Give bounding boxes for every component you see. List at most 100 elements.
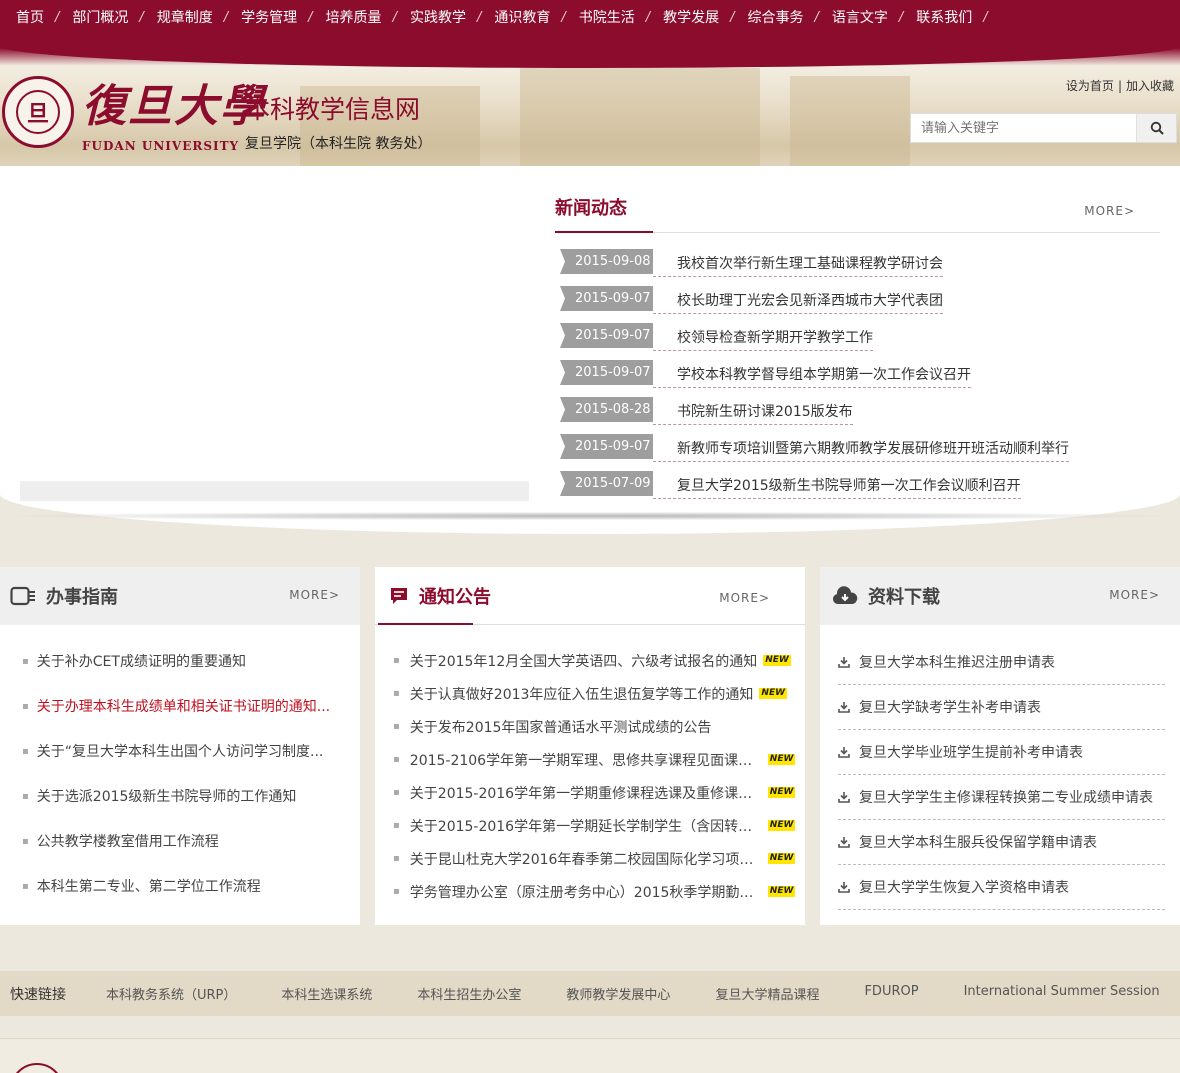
quick-link[interactable]: International Summer Session — [964, 984, 1160, 1003]
guide-link[interactable]: 关于选派2015级新生书院导师的工作通知 — [37, 780, 297, 814]
nav-item[interactable]: 规章制度 — [157, 7, 213, 27]
quick-link[interactable]: FDUROP — [864, 984, 918, 1003]
nav-item[interactable]: 通识教育 — [494, 7, 550, 27]
notice-link[interactable]: 2015-2106学年第一学期军理、思修共享课程见面课时间安排 — [410, 750, 762, 770]
news-item[interactable]: 2015-09-07 学校本科教学督导组本学期第一次工作会议召开 — [555, 354, 1160, 391]
nav-item[interactable]: 首页 — [16, 7, 44, 27]
notice-header: 通知公告 MORE> — [375, 567, 805, 625]
download-more-link[interactable]: MORE> — [1109, 588, 1160, 602]
search-box — [910, 113, 1177, 143]
notice-link[interactable]: 关于2015-2016学年第一学期重修课程选课及重修课程考试安排 — [410, 783, 762, 803]
download-link[interactable]: 复旦大学缺考学生补考申请表 — [859, 697, 1041, 717]
download-title: 资料下载 — [868, 587, 940, 608]
news-item[interactable]: 2015-08-28 书院新生研讨课2015版发布 — [555, 391, 1160, 428]
notice-item[interactable]: ▪ 关于发布2015年国家普通话水平测试成绩的公告 — [393, 710, 805, 743]
bullet-icon: ▪ — [22, 746, 29, 757]
news-link[interactable]: 校长助理丁光宏会见新泽西城市大学代表团 — [653, 288, 943, 314]
nav-item[interactable]: 教学发展 — [663, 7, 719, 27]
download-item[interactable]: 复旦大学毕业班学生提前补考申请表 — [838, 730, 1165, 775]
guide-item[interactable]: ▪ 关于“复旦大学本科生出国个人访问学习制度... — [22, 735, 360, 780]
nav-item[interactable]: 实践教学 — [410, 7, 466, 27]
download-link[interactable]: 复旦大学毕业班学生提前补考申请表 — [859, 742, 1083, 762]
download-item[interactable]: 复旦大学缺考学生补考申请表 — [838, 685, 1165, 730]
quick-link[interactable]: 本科生选课系统 — [281, 984, 372, 1003]
guide-link[interactable]: 关于办理本科生成绩单和相关证书证明的通知... — [37, 690, 330, 724]
nav-separator: / — [561, 9, 566, 25]
download-link[interactable]: 复旦大学学生主修课程转换第二专业成绩申请表 — [859, 787, 1153, 807]
notice-item[interactable]: ▪ 关于2015年12月全国大学英语四、六级考试报名的通知 NEW — [393, 644, 805, 677]
bullet-icon: ▪ — [393, 721, 400, 732]
quick-link[interactable]: 本科生招生办公室 — [417, 984, 521, 1003]
download-link[interactable]: 复旦大学本科生服兵役保留学籍申请表 — [859, 832, 1097, 852]
notice-item[interactable]: ▪ 关于认真做好2013年应征入伍生退伍复学等工作的通知 NEW — [393, 677, 805, 710]
image-slider-bar[interactable] — [20, 481, 529, 501]
notice-link[interactable]: 关于昆山杜克大学2016年春季第二校园国际化学习项目的通知 — [410, 849, 762, 869]
news-item[interactable]: 2015-09-07 校长助理丁光宏会见新泽西城市大学代表团 — [555, 280, 1160, 317]
notice-link[interactable]: 关于2015年12月全国大学英语四、六级考试报名的通知 — [410, 651, 757, 671]
university-seal-logo[interactable]: 旦 — [2, 76, 74, 148]
news-link[interactable]: 复旦大学2015级新生书院导师第一次工作会议顺利召开 — [653, 473, 1021, 499]
download-link[interactable]: 复旦大学本科生推迟注册申请表 — [859, 652, 1055, 672]
notice-item[interactable]: ▪ 2015-2106学年第一学期军理、思修共享课程见面课时间安排 NEW — [393, 743, 805, 776]
guide-item[interactable]: ▪ 公共教学楼教室借用工作流程 — [22, 825, 360, 870]
site-title: 本科教学信息网 — [245, 95, 421, 124]
add-bookmark-link[interactable]: 加入收藏 — [1126, 79, 1174, 93]
guide-link[interactable]: 关于“复旦大学本科生出国个人访问学习制度... — [37, 735, 324, 769]
news-link[interactable]: 新教师专项培训暨第六期教师教学发展研修班开班活动顺利举行 — [653, 436, 1069, 462]
guide-link[interactable]: 关于补办CET成绩证明的重要通知 — [37, 645, 246, 679]
notice-link[interactable]: 学务管理办公室（原注册考务中心）2015秋季学期勤助岗位招聘 — [410, 882, 762, 902]
news-more-link[interactable]: MORE> — [1084, 204, 1135, 218]
notice-item[interactable]: ▪ 关于昆山杜克大学2016年春季第二校园国际化学习项目的通知 NEW — [393, 842, 805, 875]
quick-link[interactable]: 教师教学发展中心 — [566, 984, 670, 1003]
news-link[interactable]: 校领导检查新学期开学教学工作 — [653, 325, 873, 351]
notice-item[interactable]: ▪ 关于2015-2016学年第一学期延长学制学生（含因转专业）注册 NEW — [393, 809, 805, 842]
notice-list: ▪ 关于2015年12月全国大学英语四、六级考试报名的通知 NEW ▪ 关于认真做好20… — [375, 625, 805, 908]
nav-item[interactable]: 学务管理 — [241, 7, 297, 27]
download-item[interactable]: 复旦大学学生恢复入学资格申请表 — [838, 865, 1165, 910]
download-item[interactable]: 复旦大学学生主修课程转换第二专业成绩申请表 — [838, 775, 1165, 820]
university-name-cn: 復旦大學 — [82, 81, 266, 132]
quick-link[interactable]: 复旦大学精品课程 — [715, 984, 819, 1003]
news-item[interactable]: 2015-09-07 校领导检查新学期开学教学工作 — [555, 317, 1160, 354]
nav-item[interactable]: 联系我们 — [916, 7, 972, 27]
top-navigation: 首页 / 部门概况 / 规章制度 / 学务管理 / 培养质量 / 实践教学 / 通识教育 / 书院生活 / 教学… — [0, 0, 1180, 46]
nav-item[interactable]: 部门概况 — [72, 7, 128, 27]
download-link[interactable]: 复旦大学学生恢复入学资格申请表 — [859, 877, 1069, 897]
news-item[interactable]: 2015-09-07 新教师专项培训暨第六期教师教学发展研修班开班活动顺利举行 — [555, 428, 1160, 465]
download-item[interactable]: 复旦大学本科生服兵役保留学籍申请表 — [838, 820, 1165, 865]
guide-more-link[interactable]: MORE> — [289, 588, 340, 602]
guide-item[interactable]: ▪ 关于补办CET成绩证明的重要通知 — [22, 645, 360, 690]
news-link[interactable]: 书院新生研讨课2015版发布 — [653, 399, 853, 425]
news-link[interactable]: 学校本科教学督导组本学期第一次工作会议召开 — [653, 362, 971, 388]
set-homepage-link[interactable]: 设为首页 — [1066, 79, 1114, 93]
news-item[interactable]: 2015-07-09 复旦大学2015级新生书院导师第一次工作会议顺利召开 — [555, 465, 1160, 502]
footer-seal-logo — [10, 1063, 64, 1073]
nav-separator: / — [476, 9, 482, 25]
quick-link[interactable]: 本科教务系统（URP） — [106, 984, 236, 1003]
guide-link[interactable]: 公共教学楼教室借用工作流程 — [37, 825, 219, 859]
nav-separator: / — [814, 9, 819, 25]
new-badge: NEW — [767, 754, 796, 765]
notice-more-link[interactable]: MORE> — [719, 591, 770, 605]
search-button[interactable] — [1136, 114, 1176, 142]
guide-link[interactable]: 本科生第二专业、第二学位工作流程 — [37, 870, 261, 904]
notice-item[interactable]: ▪ 关于2015-2016学年第一学期重修课程选课及重修课程考试安排 NEW — [393, 776, 805, 809]
guide-item[interactable]: ▪ 关于办理本科生成绩单和相关证书证明的通知... — [22, 690, 360, 735]
nav-item[interactable]: 培养质量 — [326, 7, 382, 27]
news-item[interactable]: 2015-09-08 我校首次举行新生理工基础课程教学研讨会 — [555, 243, 1160, 280]
search-input[interactable] — [911, 114, 1136, 142]
notice-link[interactable]: 关于认真做好2013年应征入伍生退伍复学等工作的通知 — [410, 684, 754, 704]
header-arc — [0, 46, 1180, 68]
download-item[interactable]: 复旦大学本科生推迟注册申请表 — [838, 640, 1165, 685]
nav-item[interactable]: 语言文字 — [832, 7, 888, 27]
guide-item[interactable]: ▪ 本科生第二专业、第二学位工作流程 — [22, 870, 360, 915]
nav-item[interactable]: 综合事务 — [748, 7, 804, 27]
nav-item[interactable]: 书院生活 — [579, 7, 635, 27]
notice-item[interactable]: ▪ 学务管理办公室（原注册考务中心）2015秋季学期勤助岗位招聘 NEW — [393, 875, 805, 908]
notice-link[interactable]: 关于2015-2016学年第一学期延长学制学生（含因转专业）注册 — [410, 816, 762, 836]
notice-link[interactable]: 关于发布2015年国家普通话水平测试成绩的公告 — [410, 717, 712, 737]
new-badge: NEW — [759, 688, 788, 699]
guide-item[interactable]: ▪ 关于选派2015级新生书院导师的工作通知 — [22, 780, 360, 825]
news-link[interactable]: 我校首次举行新生理工基础课程教学研讨会 — [653, 251, 943, 277]
news-section: 新闻动态 MORE> 2015-09-08 我校首次举行新生理工基础课程教学研讨会… — [555, 194, 1160, 502]
